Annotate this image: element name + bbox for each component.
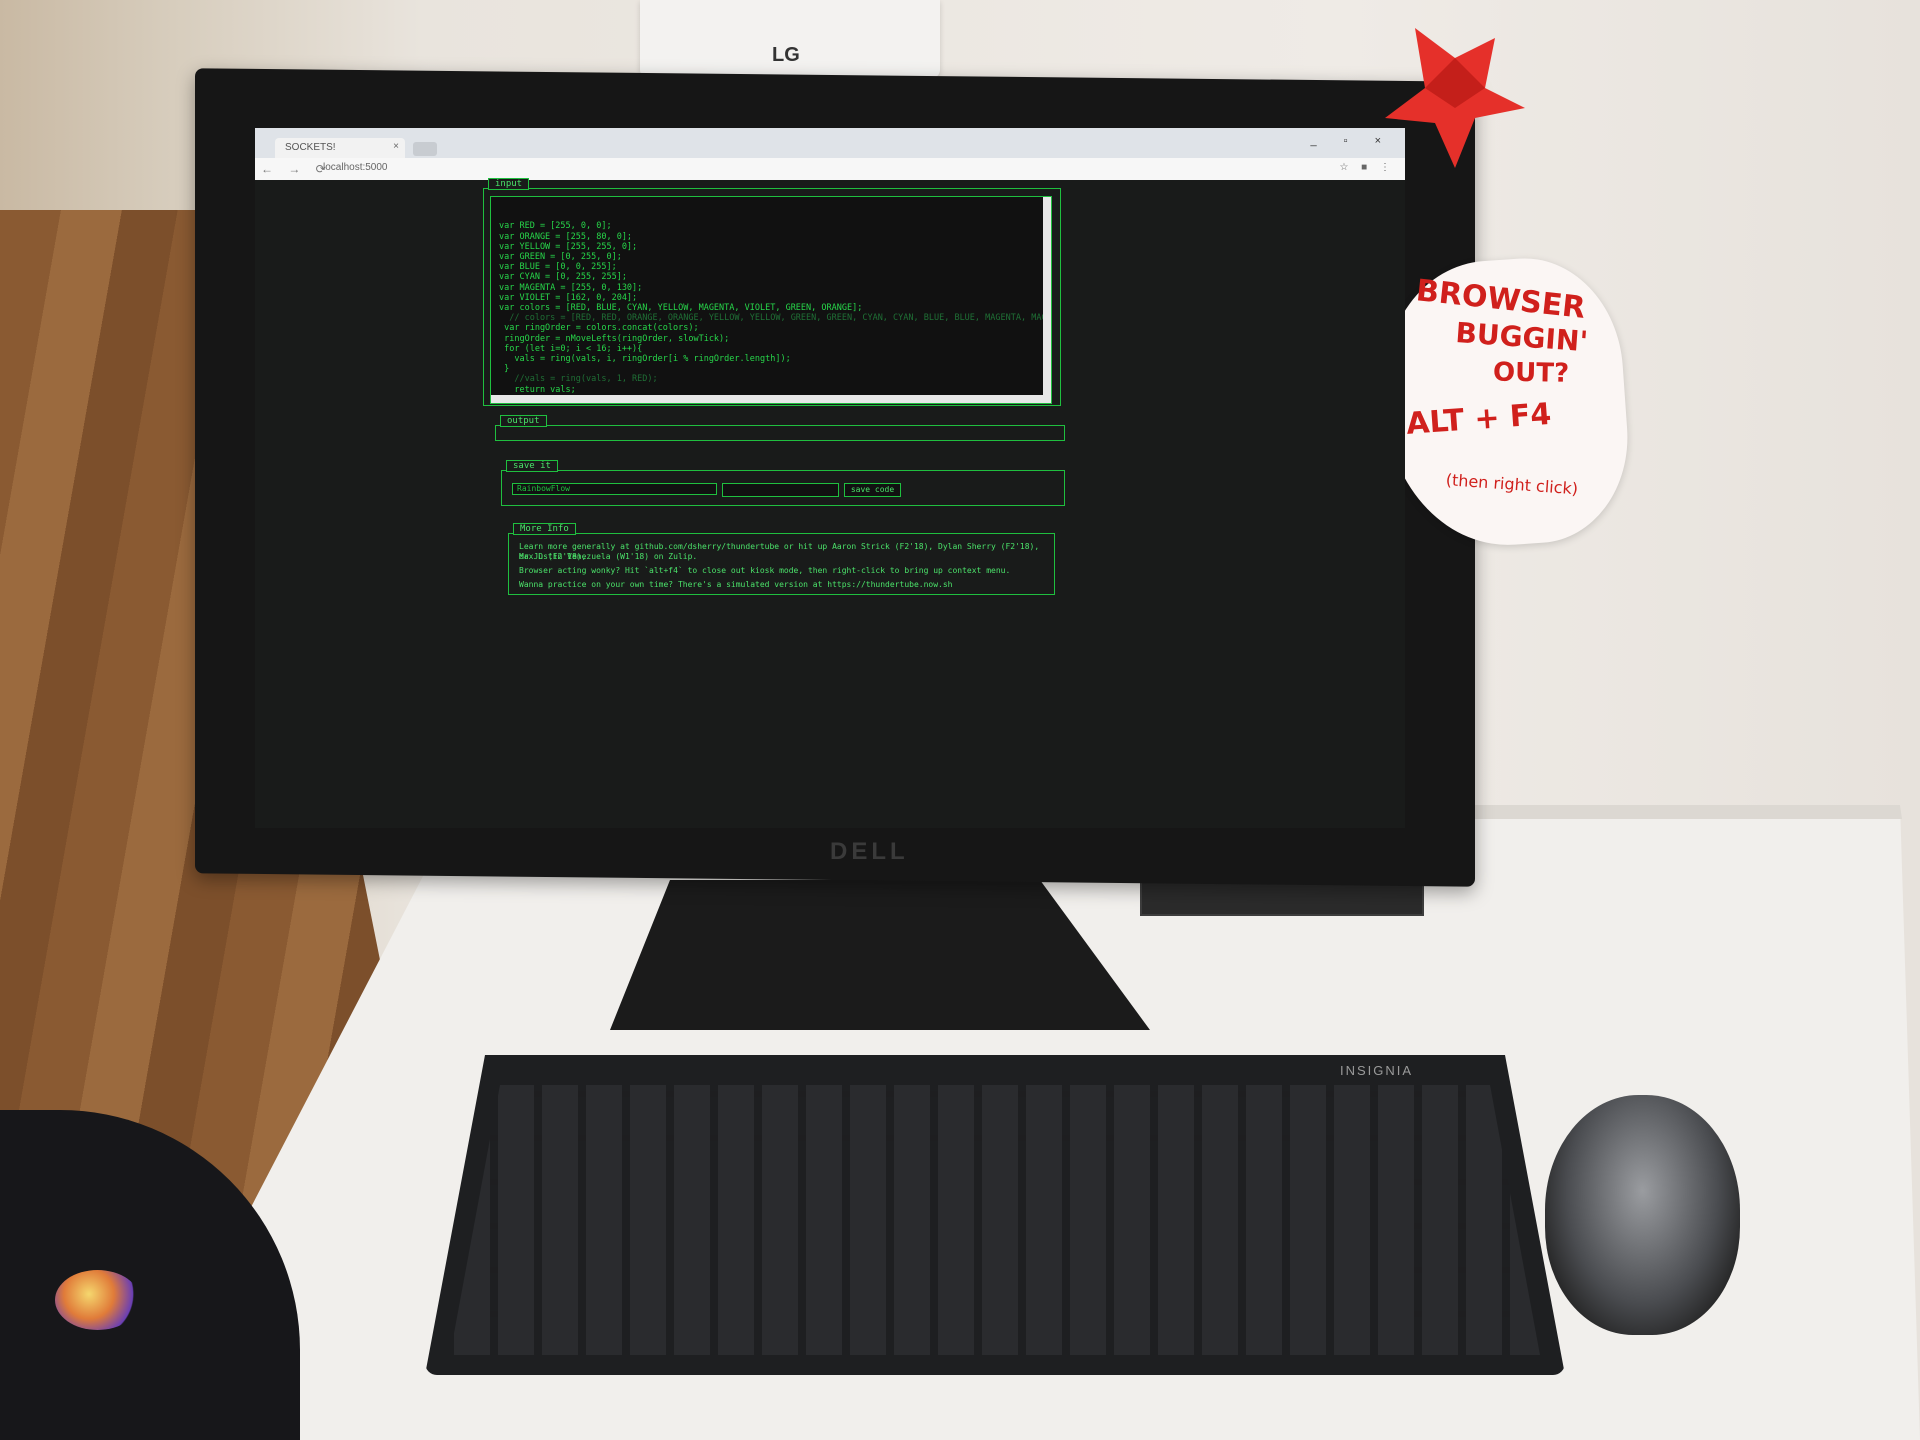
code-line: return vals; (499, 384, 576, 395)
vertical-scrollbar[interactable] (1043, 197, 1051, 403)
code-line: //vals = ring(vals, 1, RED); (499, 374, 658, 385)
save-panel: save it RainbowFlow save code (501, 460, 1065, 506)
note-line-4: ALT + F4 (1405, 396, 1553, 442)
program-select[interactable]: RainbowFlow (512, 483, 717, 495)
input-label: input (488, 178, 530, 190)
address-bar: ← → ⟳ localhost:5000 ☆ ■ ⋮ (255, 158, 1405, 181)
code-line: var BLUE = [0, 0, 255]; (499, 262, 617, 273)
keyboard-brand: INSIGNIA (1340, 1063, 1414, 1078)
code-line: var CYAN = [0, 255, 255]; (499, 272, 627, 283)
output-label: output (500, 415, 547, 427)
browser-tab[interactable]: SOCKETS! × (275, 138, 405, 158)
save-label: save it (506, 460, 558, 472)
dell-logo: DELL (830, 838, 909, 865)
info-line-4: Wanna practice on your own time? There's… (519, 580, 953, 589)
code-line: var VIOLET = [162, 0, 204]; (499, 292, 638, 303)
code-line: var GREEN = [0, 255, 0]; (499, 252, 622, 263)
lg-logo: LG (772, 44, 800, 66)
toolbar-icons[interactable]: ☆ ■ ⋮ (1339, 162, 1395, 173)
monitor-screen: SOCKETS! × _ ▫ × ← → ⟳ localhost:5000 ☆ … (255, 128, 1405, 828)
info-line-3: Browser acting wonky? Hit `alt+f4` to cl… (519, 566, 1011, 575)
code-line: var colors = [RED, BLUE, CYAN, YELLOW, M… (499, 303, 863, 314)
note-line-3: OUT? (1492, 357, 1570, 389)
code-line: // colors = [RED, RED, ORANGE, ORANGE, Y… (499, 313, 1052, 324)
code-line: var YELLOW = [255, 255, 0]; (499, 241, 638, 252)
url-input[interactable]: localhost:5000 (323, 162, 388, 173)
code-line: ringOrder = nMoveLefts(ringOrder, slowTi… (499, 333, 730, 344)
browser-tab-strip: SOCKETS! × _ ▫ × (255, 128, 1405, 158)
code-line: var MAGENTA = [255, 0, 130]; (499, 282, 643, 293)
tab-title: SOCKETS! (285, 142, 336, 153)
save-name-input[interactable] (722, 483, 839, 497)
info-panel: More Info Learn more generally at github… (508, 523, 1055, 595)
origami-frog (1385, 28, 1525, 168)
save-code-button[interactable]: save code (844, 483, 901, 497)
page-content: input var RED = [255, 0, 0]; var ORANGE =… (255, 178, 1405, 828)
note-line-1: BROWSER (1414, 273, 1587, 326)
note-line-5: (then right click) (1445, 470, 1579, 499)
window-controls[interactable]: _ ▫ × (1310, 135, 1393, 147)
tab-close-icon[interactable]: × (393, 141, 399, 152)
output-panel: output (495, 415, 1065, 441)
code-line: var ORANGE = [255, 80, 0]; (499, 231, 633, 242)
info-line-2: or Justin Venezuela (W1'18) on Zulip. (519, 552, 698, 561)
code-line: var ringOrder = colors.concat(colors); (499, 323, 699, 334)
chair-sticker (55, 1270, 140, 1330)
horizontal-scrollbar[interactable] (491, 395, 1051, 403)
code-line: for (let i=0; i < 16; i++){ (499, 343, 643, 354)
mouse[interactable] (1545, 1095, 1740, 1335)
code-lines: var RED = [255, 0, 0]; var ORANGE = [255,… (499, 221, 1052, 403)
new-tab-button[interactable] (413, 142, 437, 156)
code-line: vals = ring(vals, i, ringOrder[i % ringO… (499, 354, 791, 365)
code-line: var RED = [255, 0, 0]; (499, 221, 612, 232)
code-editor[interactable]: var RED = [255, 0, 0]; var ORANGE = [255,… (490, 196, 1052, 404)
info-label: More Info (513, 523, 576, 535)
keyboard-keys[interactable] (450, 1085, 1540, 1355)
code-line: } (499, 364, 510, 375)
nav-buttons[interactable]: ← → ⟳ (261, 162, 332, 176)
